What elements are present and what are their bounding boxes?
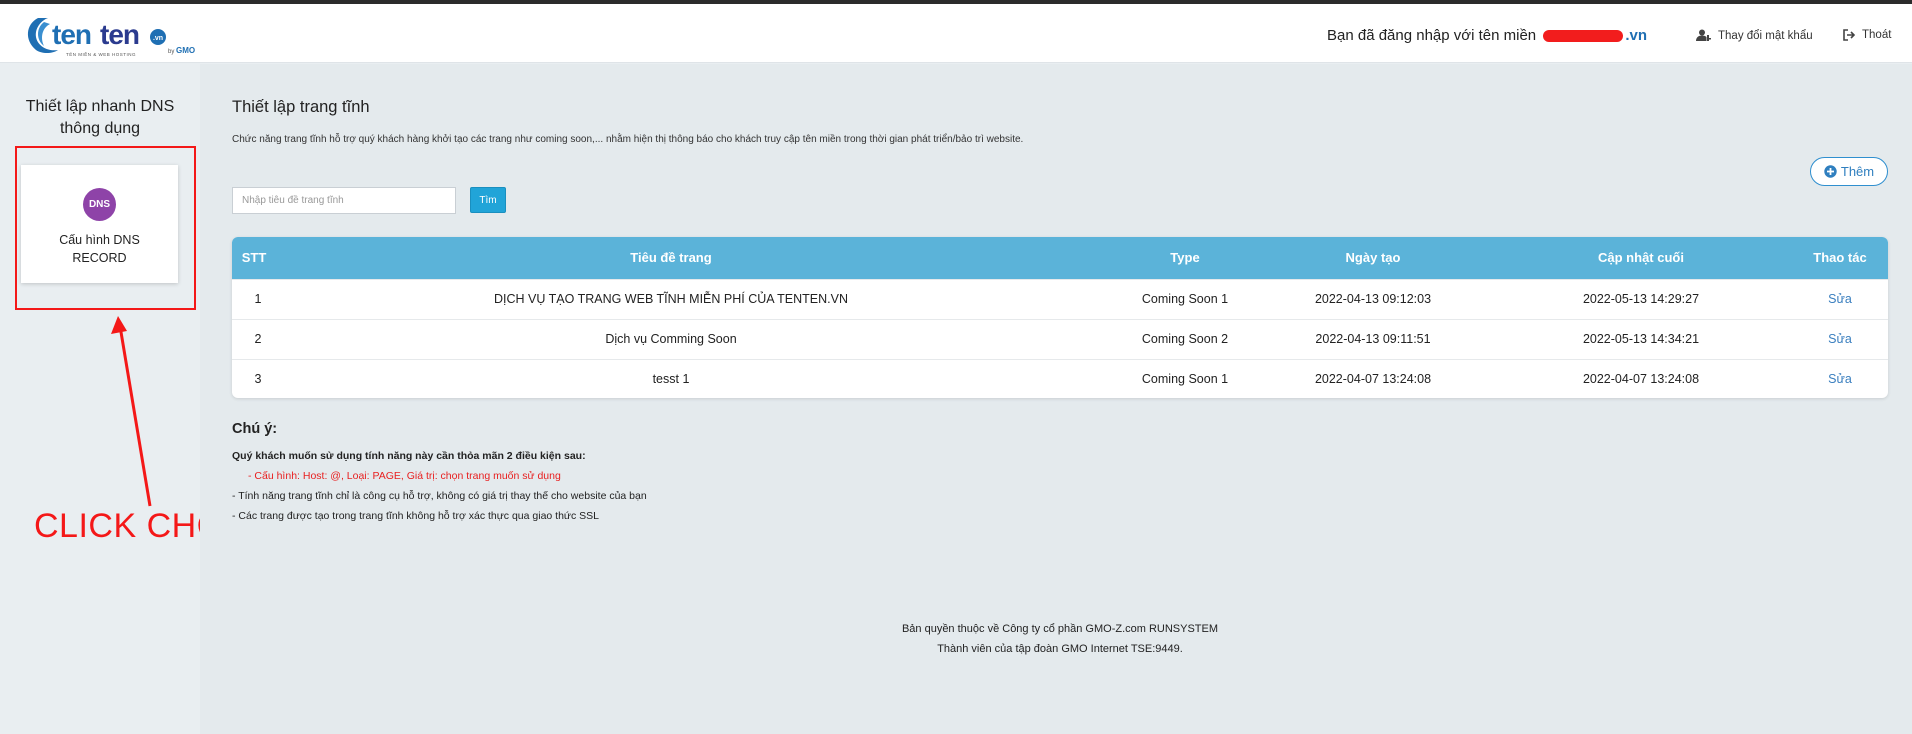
- footer-copyright: Bản quyền thuộc về Công ty cổ phần GMO-Z…: [901, 623, 1219, 635]
- footer-member: Thành viên của tập đoàn GMO Internet TSE…: [937, 643, 1183, 655]
- redacted-domain: [1543, 30, 1624, 43]
- logout-link[interactable]: Thoát: [1843, 29, 1891, 41]
- notes-heading: Quý khách muốn sử dụng tính năng này cần…: [232, 450, 586, 462]
- cell-stt: 1: [254, 292, 262, 306]
- search-input[interactable]: [232, 187, 456, 214]
- table-row: 3 tesst 1 Coming Soon 1 2022-04-07 13:24…: [232, 359, 1888, 398]
- svg-text:TÊN MIỀN & WEB HOSTING: TÊN MIỀN & WEB HOSTING: [66, 50, 136, 57]
- page-description: Chức năng trang tĩnh hỗ trợ quý khách hà…: [232, 134, 1024, 145]
- cell-updated: 2022-05-13 14:34:21: [1582, 332, 1700, 346]
- header-created: Ngày tạo: [1345, 250, 1401, 265]
- search-button[interactable]: Tìm: [470, 187, 506, 213]
- table-header: STT Tiêu đề trang Type Ngày tạo Cập nhật…: [232, 237, 1888, 279]
- header-stt: STT: [241, 250, 267, 265]
- header: ten ten .vn by GMO TÊN MIỀN & WEB HOSTIN…: [0, 4, 1912, 63]
- edit-link[interactable]: Sửa: [1792, 360, 1888, 398]
- cell-created: 2022-04-13 09:12:03: [1314, 292, 1432, 306]
- cell-updated: 2022-04-07 13:24:08: [1582, 372, 1700, 386]
- add-button-label: Thêm: [1840, 164, 1875, 179]
- cell-type: Coming Soon 2: [1141, 332, 1229, 346]
- sign-out-icon: [1843, 29, 1856, 41]
- dns-card-label: Cấu hình DNS RECORD: [21, 231, 178, 267]
- user-key-icon: [1696, 29, 1711, 41]
- notes-line-2: - Tính năng trang tĩnh chỉ là công cụ hỗ…: [232, 490, 647, 502]
- notes-title: Chú ý:: [232, 421, 278, 437]
- logout-label: Thoát: [1862, 29, 1892, 41]
- domain-suffix: .vn: [1625, 27, 1648, 44]
- dns-record-config-card[interactable]: DNS Cấu hình DNS RECORD: [21, 165, 178, 283]
- svg-text:by: by: [168, 49, 174, 55]
- dns-card-label-line1: Cấu hình DNS: [59, 233, 140, 247]
- annotation-arrow-icon: [111, 316, 152, 507]
- login-status: Bạn đã đăng nhập với tên miền .vn: [1327, 27, 1647, 44]
- login-prefix: Bạn đã đăng nhập với tên miền: [1327, 27, 1537, 44]
- cell-created: 2022-04-13 09:11:51: [1315, 332, 1431, 346]
- cell-updated: 2022-05-13 14:29:27: [1582, 292, 1700, 306]
- cell-type: Coming Soon 1: [1141, 292, 1229, 306]
- cell-stt: 3: [254, 372, 262, 386]
- table-row: 1 DỊCH VỤ TẠO TRANG WEB TĨNH MIỄN PHÍ CỦ…: [232, 279, 1888, 319]
- edit-link[interactable]: Sửa: [1792, 320, 1888, 359]
- notes-line-3: - Các trang được tạo trong trang tĩnh kh…: [232, 510, 599, 522]
- svg-text:GMO: GMO: [176, 46, 195, 55]
- dns-icon: DNS: [83, 188, 116, 221]
- header-action: Thao tác: [1813, 250, 1867, 265]
- change-password-link[interactable]: Thay đổi mật khẩu: [1696, 29, 1813, 42]
- header-updated: Cập nhật cuối: [1598, 250, 1684, 265]
- cell-stt: 2: [254, 332, 262, 346]
- plus-circle-icon: [1824, 165, 1837, 178]
- cell-created: 2022-04-07 13:24:08: [1314, 372, 1432, 386]
- dns-card-label-line2: RECORD: [72, 251, 127, 265]
- sidebar: Thiết lập nhanh DNS thông dụng DNS Cấu h…: [0, 64, 248, 734]
- svg-text:.vn: .vn: [153, 35, 163, 42]
- add-button[interactable]: Thêm: [1810, 157, 1888, 186]
- page-title: Thiết lập trang tĩnh: [232, 98, 370, 116]
- sidebar-title-line2: thông dụng: [59, 120, 141, 137]
- static-pages-table: STT Tiêu đề trang Type Ngày tạo Cập nhật…: [232, 237, 1888, 398]
- svg-text:ten: ten: [100, 19, 139, 50]
- tenten-logo[interactable]: ten ten .vn by GMO TÊN MIỀN & WEB HOSTIN…: [22, 12, 212, 58]
- sidebar-title: Thiết lập nhanh DNS thông dụng: [0, 96, 200, 140]
- notes-config-line: - Cấu hình: Host: @, Loại: PAGE, Giá trị…: [248, 470, 561, 482]
- cell-title: DỊCH VỤ TẠO TRANG WEB TĨNH MIỄN PHÍ CỦA …: [494, 292, 848, 306]
- change-password-label: Thay đổi mật khẩu: [1718, 29, 1813, 42]
- sidebar-title-line1: Thiết lập nhanh DNS: [25, 98, 175, 115]
- table-row: 2 Dịch vụ Comming Soon Coming Soon 2 202…: [232, 319, 1888, 359]
- header-title: Tiêu đề trang: [630, 250, 712, 265]
- cell-title: Dịch vụ Comming Soon: [605, 332, 737, 346]
- cell-title: tesst 1: [652, 372, 690, 386]
- edit-link[interactable]: Sửa: [1792, 280, 1888, 319]
- cell-type: Coming Soon 1: [1141, 372, 1229, 386]
- svg-text:ten: ten: [52, 19, 91, 50]
- header-type: Type: [1170, 250, 1200, 265]
